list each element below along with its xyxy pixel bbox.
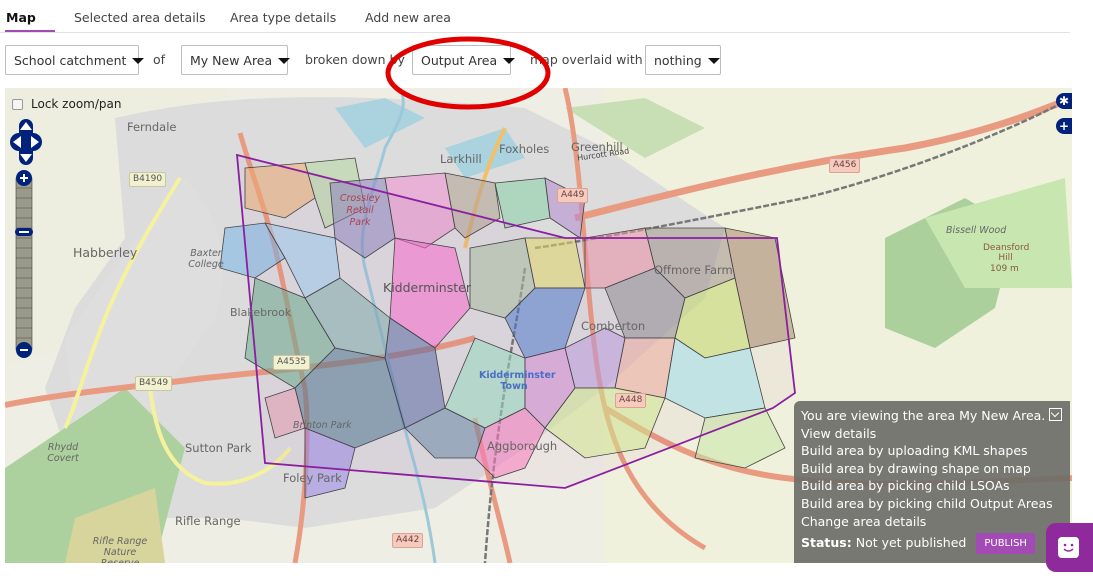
road-shield-a456: A456 [829, 158, 861, 173]
tab-map[interactable]: Map [6, 10, 36, 25]
breakdown-select-value: Output Area [421, 53, 498, 68]
pan-control[interactable] [10, 119, 42, 165]
zoom-bar[interactable] [15, 170, 33, 358]
area-type-select[interactable]: School catchment [5, 45, 145, 75]
status-row: Status: Not yet published PUBLISH [801, 533, 1070, 555]
collapse-chevron-icon[interactable] [1049, 408, 1063, 421]
road-shield-a442: A442 [392, 533, 424, 548]
overlay-select[interactable]: nothing [645, 45, 721, 75]
build-draw-link[interactable]: Build area by drawing shape on map [801, 460, 1070, 478]
view-details-link[interactable]: View details [801, 425, 1070, 443]
broken-down-by-label: broken down by [305, 52, 405, 67]
tab-add-new-area[interactable]: Add new area [365, 10, 451, 25]
lock-zoom-pan-label: Lock zoom/pan [31, 97, 122, 111]
road-shield-b4190: B4190 [129, 172, 167, 187]
build-lsoa-link[interactable]: Build area by picking child LSOAs [801, 477, 1070, 495]
area-info-panel: You are viewing the area My New Area. Vi… [794, 401, 1070, 563]
road-shield-a449: A449 [557, 188, 589, 203]
caret-down-icon [132, 57, 145, 64]
layer-switcher-icon[interactable]: ✱ [1056, 93, 1072, 109]
lock-zoom-pan[interactable]: Lock zoom/pan [12, 97, 121, 111]
active-tab-indicator [5, 30, 55, 32]
tab-selected-area-details[interactable]: Selected area details [74, 10, 206, 25]
chat-widget-button[interactable] [1046, 523, 1093, 572]
area-select-value: My New Area [190, 53, 273, 68]
area-select[interactable]: My New Area [181, 45, 291, 75]
of-label: of [153, 52, 166, 67]
breakdown-select[interactable]: Output Area [412, 45, 516, 75]
road-shield-a448: A448 [615, 393, 647, 408]
status-label: Status: [801, 535, 852, 551]
expand-layers-icon[interactable]: + [1056, 118, 1072, 134]
build-kml-link[interactable]: Build area by uploading KML shapes [801, 442, 1070, 460]
overlay-label: map overlaid with [530, 52, 643, 67]
lock-zoom-pan-checkbox[interactable] [12, 98, 23, 110]
build-output-areas-link[interactable]: Build area by picking child Output Areas [801, 495, 1070, 513]
tab-bar: Map Selected area details Area type deta… [0, 0, 1070, 33]
road-shield-a4535: A4535 [273, 355, 311, 370]
publish-button[interactable]: PUBLISH [976, 533, 1035, 555]
tab-area-type-details[interactable]: Area type details [230, 10, 336, 25]
caret-down-icon [278, 57, 291, 64]
road-shield-b4549: B4549 [135, 376, 173, 391]
status-value: Not yet published [855, 535, 967, 551]
change-area-details-link[interactable]: Change area details [801, 513, 1070, 531]
caret-down-icon [707, 57, 720, 64]
chat-smiley-icon [1058, 537, 1079, 558]
overlay-select-value: nothing [654, 53, 702, 68]
map-controls-bar: School catchment of My New Area broken d… [0, 45, 1093, 77]
viewing-area-text: You are viewing the area My New Area. [801, 407, 1070, 425]
area-type-select-value: School catchment [14, 53, 127, 68]
caret-down-icon [503, 57, 516, 64]
zoom-slider-track [15, 177, 33, 351]
viewing-area-label: You are viewing the area My New Area. [801, 408, 1046, 423]
